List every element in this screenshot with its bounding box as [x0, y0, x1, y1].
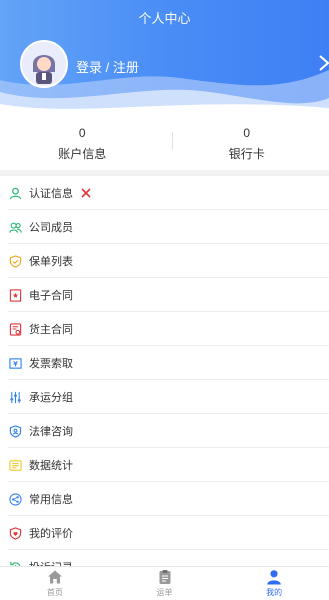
user-icon	[9, 187, 22, 199]
menu-item-label: 认证信息	[29, 188, 73, 200]
bottom-tab-bar: 首页 运单 我的	[0, 566, 329, 600]
users-icon	[9, 222, 22, 233]
stat-bank-card[interactable]: 0 银行卡	[165, 118, 329, 170]
menu-item-label: 数据统计	[29, 460, 73, 472]
stat-value: 0	[78, 126, 86, 140]
menu-item-verification[interactable]: 认证信息	[0, 176, 329, 210]
menu-item-label: 法律咨询	[29, 426, 73, 438]
menu-item-label: 公司成员	[29, 222, 73, 234]
review-icon	[9, 526, 22, 540]
tab-mine[interactable]: 我的	[219, 567, 329, 600]
menu-item-label: 电子合同	[29, 290, 73, 302]
home-icon	[47, 570, 62, 584]
tab-home[interactable]: 首页	[0, 567, 110, 600]
menu-list: 认证信息 公司成员 保单列表 电子合同 货主合同 发票索取 承运分组 法律咨询 …	[0, 176, 329, 584]
menu-item-my-reviews[interactable]: 我的评价	[0, 516, 329, 550]
clipboard-icon	[159, 570, 170, 584]
invoice-icon	[9, 357, 22, 369]
menu-item-owner-contract[interactable]: 货主合同	[0, 312, 329, 346]
avatar-icon	[22, 42, 66, 86]
group-icon	[10, 391, 21, 403]
menu-item-invoice[interactable]: 发票索取	[0, 346, 329, 380]
stat-label: 银行卡	[228, 147, 265, 161]
menu-item-company-members[interactable]: 公司成员	[0, 210, 329, 244]
stat-label: 账户信息	[58, 147, 107, 161]
close-icon	[81, 188, 91, 198]
law-icon	[9, 424, 22, 438]
chevron-right-icon[interactable]	[317, 54, 329, 72]
stats-icon	[9, 459, 22, 471]
contract-icon	[9, 288, 22, 302]
menu-item-label: 常用信息	[29, 494, 73, 506]
menu-item-common-info[interactable]: 常用信息	[0, 482, 329, 516]
tab-label: 运单	[156, 588, 173, 597]
avatar[interactable]	[20, 40, 68, 88]
shield-icon	[9, 254, 22, 268]
page-title: 个人中心	[138, 11, 191, 26]
account-stats: 0 账户信息 0 银行卡	[0, 118, 329, 170]
tab-waybill[interactable]: 运单	[110, 567, 220, 600]
profile-header: 个人中心 登录 / 注册	[0, 0, 329, 118]
menu-item-e-contract[interactable]: 电子合同	[0, 278, 329, 312]
share-icon	[9, 492, 22, 506]
menu-item-label: 发票索取	[29, 358, 73, 370]
tab-label: 我的	[266, 588, 283, 597]
menu-item-label: 承运分组	[29, 392, 73, 404]
person-icon	[267, 570, 281, 585]
divider	[172, 132, 173, 150]
stat-account[interactable]: 0 账户信息	[0, 118, 165, 170]
login-register-link[interactable]: 登录 / 注册	[76, 57, 139, 76]
menu-item-label: 货主合同	[29, 324, 73, 336]
stat-value: 0	[243, 126, 251, 140]
menu-item-policy-list[interactable]: 保单列表	[0, 244, 329, 278]
menu-item-legal-consulting[interactable]: 法律咨询	[0, 414, 329, 448]
menu-item-data-statistics[interactable]: 数据统计	[0, 448, 329, 482]
tab-label: 首页	[46, 588, 63, 597]
owner-contract-icon	[9, 322, 22, 336]
menu-item-label: 我的评价	[29, 528, 73, 540]
menu-item-carrier-group[interactable]: 承运分组	[0, 380, 329, 414]
menu-item-label: 保单列表	[29, 256, 73, 268]
